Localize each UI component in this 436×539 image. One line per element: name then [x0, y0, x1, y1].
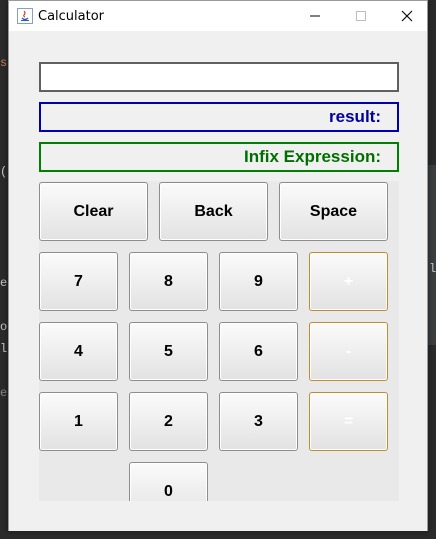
digit-3-button[interactable]: 3 — [219, 392, 298, 451]
digit-0-button[interactable]: 0 — [129, 462, 208, 501]
result-display: result: — [39, 102, 399, 132]
background-code-fragment: s — [0, 56, 8, 70]
close-icon — [401, 10, 413, 22]
digit-8-button[interactable]: 8 — [129, 252, 208, 311]
digit-6-button[interactable]: 6 — [219, 322, 298, 381]
plus-button[interactable]: + — [309, 252, 388, 311]
java-app-icon — [17, 8, 33, 24]
minimize-button[interactable] — [292, 1, 338, 31]
keypad: Clear Back Space 7 8 9 + 4 5 6 - 1 2 3 =… — [39, 181, 399, 501]
background-panel — [428, 165, 436, 345]
digit-1-button[interactable]: 1 — [39, 392, 118, 451]
clear-button[interactable]: Clear — [39, 182, 148, 241]
infix-expression-display: Infix Expression: — [39, 142, 399, 172]
background-code-fragment: ( — [0, 165, 8, 179]
calculator-window: Calculator result: Infix Expression: Cle… — [8, 0, 428, 531]
background-code-fragment: e — [0, 276, 8, 290]
equals-button[interactable]: = — [309, 392, 388, 451]
expression-input[interactable] — [39, 62, 399, 92]
calculator-content: result: Infix Expression: Clear Back Spa… — [9, 31, 427, 531]
title-bar[interactable]: Calculator — [9, 1, 427, 31]
window-title: Calculator — [38, 9, 105, 24]
digit-5-button[interactable]: 5 — [129, 322, 208, 381]
close-button[interactable] — [384, 1, 430, 31]
background-code-fragment: l — [0, 342, 8, 356]
minimize-icon — [310, 15, 320, 17]
maximize-icon — [356, 11, 366, 21]
back-button[interactable]: Back — [159, 182, 268, 241]
digit-2-button[interactable]: 2 — [129, 392, 208, 451]
digit-4-button[interactable]: 4 — [39, 322, 118, 381]
minus-button[interactable]: - — [309, 322, 388, 381]
space-button[interactable]: Space — [279, 182, 388, 241]
maximize-button[interactable] — [338, 1, 384, 31]
background-code-fragment: o — [0, 320, 8, 334]
digit-9-button[interactable]: 9 — [219, 252, 298, 311]
background-code-fragment: l: — [429, 262, 436, 276]
digit-7-button[interactable]: 7 — [39, 252, 118, 311]
